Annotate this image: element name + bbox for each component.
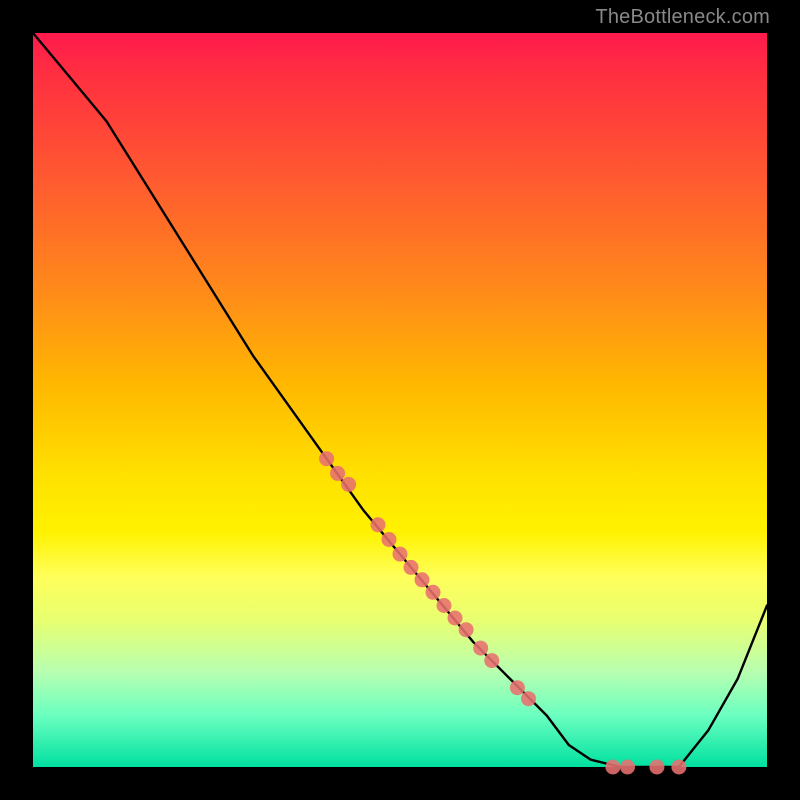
data-point [330,466,345,481]
data-points-group [319,451,686,774]
watermark-text: TheBottleneck.com [595,6,770,29]
data-point [484,653,499,668]
data-point [393,547,408,562]
data-point [404,560,419,575]
data-point [521,691,536,706]
data-point [459,622,474,637]
data-point [605,760,620,775]
data-point [473,641,488,656]
data-point [319,451,334,466]
data-point [620,760,635,775]
data-point [437,598,452,613]
data-point [371,517,386,532]
chart-overlay [33,33,767,767]
chart-canvas: TheBottleneck.com [0,0,800,800]
data-point [649,760,664,775]
data-point [415,572,430,587]
data-point [426,585,441,600]
data-point [671,760,686,775]
data-point [382,532,397,547]
data-point [510,680,525,695]
plot-area [33,33,767,767]
bottleneck-curve [33,33,767,767]
data-point [448,611,463,626]
data-point [341,477,356,492]
